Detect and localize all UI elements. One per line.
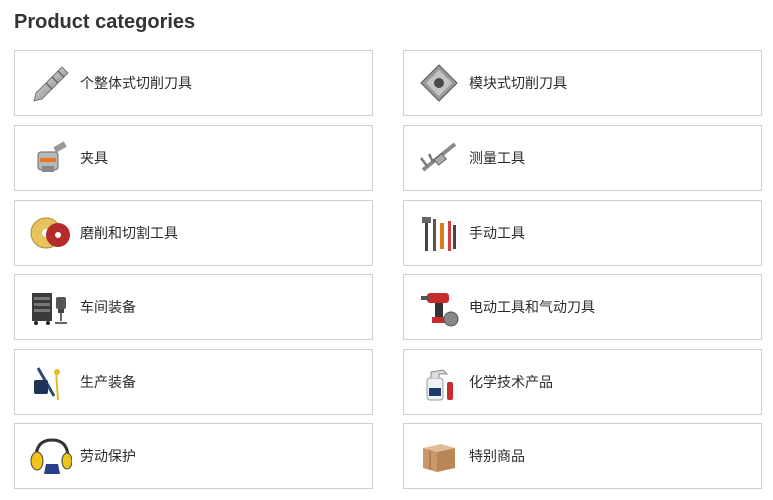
category-card-measuring-tools[interactable]: 测量工具: [403, 125, 762, 191]
drill-bit-icon: [28, 61, 72, 105]
category-label: 劳动保护: [80, 449, 136, 465]
section-title: Product categories: [14, 11, 196, 33]
ear-protection-icon: [28, 434, 72, 478]
category-label: 化学技术产品: [469, 375, 553, 391]
category-label: 生产装备: [80, 375, 136, 391]
insert-icon: [417, 61, 461, 105]
category-label: 磨削和切割工具: [80, 226, 178, 242]
category-card-clamping[interactable]: 夹具: [14, 125, 373, 191]
box-icon: [417, 434, 461, 478]
collet-chuck-icon: [28, 136, 72, 180]
category-card-modular-cutting-tools[interactable]: 模块式切削刀具: [403, 50, 762, 116]
category-card-production-equipment[interactable]: 生产装备: [14, 349, 373, 415]
caliper-icon: [417, 136, 461, 180]
category-label: 夹具: [80, 151, 108, 167]
category-label: 模块式切削刀具: [469, 76, 567, 92]
category-card-workshop-equipment[interactable]: 车间装备: [14, 274, 373, 340]
category-label: 特别商品: [469, 449, 525, 465]
category-label: 测量工具: [469, 151, 525, 167]
category-card-hand-tools[interactable]: 手动工具: [403, 200, 762, 266]
power-drill-icon: [417, 285, 461, 329]
hand-tools-icon: [417, 211, 461, 255]
category-card-special-offers[interactable]: 特别商品: [403, 423, 762, 489]
category-label: 个整体式切削刀具: [80, 76, 192, 92]
category-label: 手动工具: [469, 226, 525, 242]
category-card-solid-cutting-tools[interactable]: 个整体式切削刀具: [14, 50, 373, 116]
grinding-disc-icon: [28, 211, 72, 255]
category-label: 电动工具和气动刀具: [469, 300, 595, 316]
category-card-safety-equipment[interactable]: 劳动保护: [14, 423, 373, 489]
workshop-cabinet-icon: [28, 285, 72, 329]
production-equipment-icon: [28, 360, 72, 404]
spray-bottle-icon: [417, 360, 461, 404]
category-card-chemical-products[interactable]: 化学技术产品: [403, 349, 762, 415]
category-label: 车间装备: [80, 300, 136, 316]
category-card-grinding-cutting[interactable]: 磨削和切割工具: [14, 200, 373, 266]
category-card-power-tools[interactable]: 电动工具和气动刀具: [403, 274, 762, 340]
